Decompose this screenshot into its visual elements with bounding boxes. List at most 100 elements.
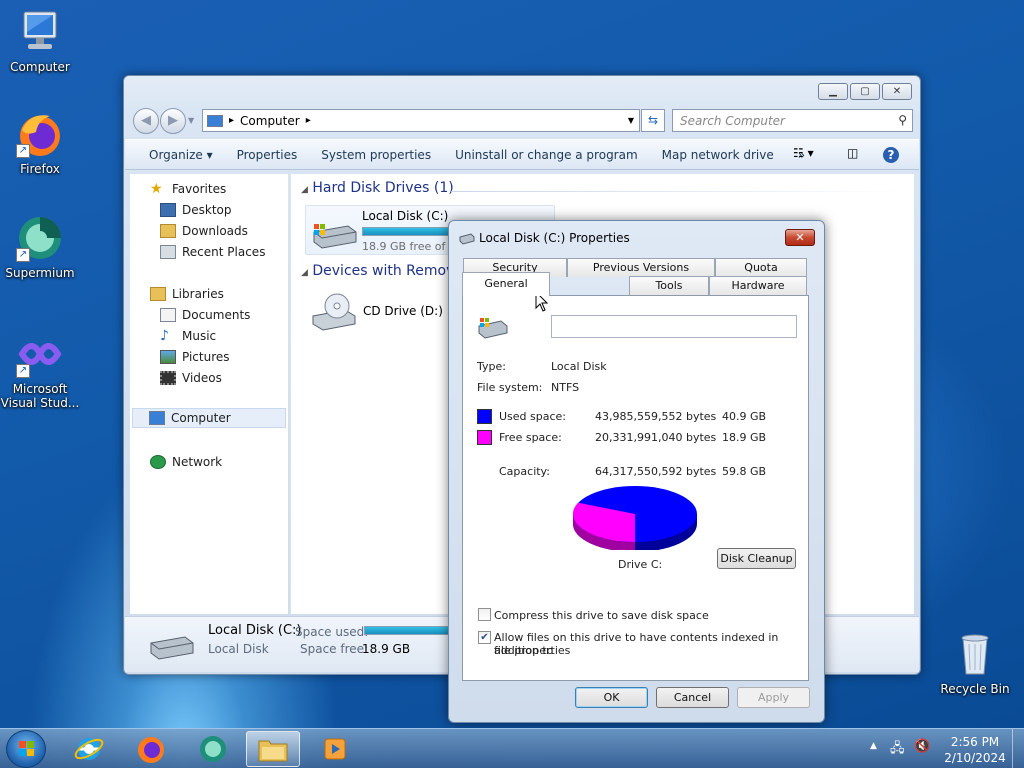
capacity-bytes: 64,317,550,592 bytes (595, 465, 717, 478)
dialog-close-button[interactable]: ✕ (785, 229, 815, 246)
apply-button[interactable]: Apply (737, 687, 810, 708)
nav-videos[interactable]: Videos (160, 371, 222, 385)
maximize-button[interactable]: ▢ (850, 83, 880, 100)
clock[interactable]: 2:56 PM 2/10/2024 (940, 734, 1010, 766)
taskbar-media-player[interactable] (308, 731, 362, 767)
properties-dialog: Local Disk (C:) Properties ✕ Security Pr… (448, 220, 825, 723)
search-input[interactable]: Search Computer ⚲ (672, 109, 913, 132)
tab-tools[interactable]: Tools (629, 276, 709, 295)
taskbar-firefox[interactable] (124, 731, 178, 767)
recycle-bin-icon (951, 630, 999, 678)
internet-explorer-icon (74, 738, 104, 760)
desktop-icon-label: Firefox (20, 162, 60, 176)
volume-muted-icon[interactable]: 🔇 (914, 739, 930, 754)
back-button[interactable]: ◀ (133, 108, 159, 134)
drive-caption: Drive C: (618, 558, 663, 571)
cd-drive-icon (309, 292, 357, 335)
network-icon (150, 455, 166, 469)
close-button[interactable]: ✕ (882, 83, 912, 100)
change-view-icon[interactable]: ☷ ▾ (793, 146, 814, 160)
desktop-icon-supermium[interactable]: ↗ Supermium (0, 214, 80, 280)
disk-cleanup-button[interactable]: Disk Cleanup (717, 548, 796, 569)
cancel-button[interactable]: Cancel (656, 687, 729, 708)
refresh-button[interactable]: ⇆ (641, 109, 665, 132)
organize-button[interactable]: Organize ▾ (125, 148, 225, 162)
search-icon[interactable]: ⚲ (898, 113, 907, 127)
star-icon: ★ (150, 181, 163, 197)
details-type: Local Disk (208, 642, 269, 656)
shortcut-arrow-icon: ↗ (16, 364, 30, 378)
desktop-icon-label: Computer (10, 60, 70, 74)
capacity-gb: 59.8 GB (722, 465, 767, 478)
start-button[interactable] (6, 730, 46, 768)
command-bar: Organize ▾ Properties System properties … (125, 139, 919, 170)
forward-button[interactable]: ▶ (160, 108, 186, 134)
minimize-button[interactable]: ▁ (818, 83, 848, 100)
hard-drive-icon (147, 631, 195, 664)
nav-documents[interactable]: Documents (160, 308, 250, 322)
uninstall-program-button[interactable]: Uninstall or change a program (443, 148, 650, 162)
properties-button[interactable]: Properties (225, 148, 310, 162)
ok-button[interactable]: OK (575, 687, 648, 708)
show-hidden-icons-button[interactable]: ▲ (870, 741, 877, 751)
details-name: Local Disk (C:) (208, 623, 302, 638)
volume-label-input[interactable] (551, 315, 797, 338)
documents-icon (160, 308, 176, 322)
videos-icon (160, 371, 176, 385)
taskbar-supermium[interactable] (186, 731, 240, 767)
nav-libraries[interactable]: Libraries (150, 287, 224, 301)
downloads-folder-icon (160, 224, 176, 238)
disk-usage-pie (573, 486, 697, 550)
computer-small-icon (149, 411, 165, 425)
nav-downloads[interactable]: Downloads (160, 224, 248, 238)
libraries-icon (150, 287, 166, 301)
tab-general[interactable]: General (462, 272, 550, 296)
clock-date: 2/10/2024 (944, 751, 1006, 765)
index-label-line2: file properties (494, 644, 571, 657)
nav-network[interactable]: Network (150, 455, 222, 469)
compress-label: Compress this drive to save disk space (494, 609, 709, 622)
details-space-used-label: Space used: (295, 625, 369, 639)
used-space-label: Used space: (499, 410, 567, 423)
firefox-icon: ↗ (16, 110, 64, 158)
file-system-label: File system: (477, 381, 543, 394)
type-value: Local Disk (551, 360, 607, 373)
tab-quota[interactable]: Quota (715, 258, 807, 277)
index-checkbox[interactable]: ✔ (478, 631, 491, 644)
nav-computer[interactable]: Computer (132, 408, 286, 428)
windows-logo-icon (19, 741, 34, 756)
help-icon[interactable]: ? (883, 147, 899, 163)
free-space-label: Free space: (499, 431, 562, 444)
tab-hardware[interactable]: Hardware (709, 276, 807, 295)
desktop-icon-firefox[interactable]: ↗ Firefox (0, 110, 80, 176)
system-properties-button[interactable]: System properties (309, 148, 443, 162)
desktop-icon-visual-studio[interactable]: ↗ Microsoft Visual Stud... (0, 330, 80, 410)
drive-title-icon (459, 231, 475, 248)
desktop-folder-icon (160, 203, 176, 217)
desktop-icon-computer[interactable]: Computer (0, 8, 80, 74)
address-arrow[interactable]: ▸ (229, 115, 234, 126)
nav-favorites[interactable]: ★ Favorites (150, 182, 226, 196)
firefox-icon (138, 737, 164, 763)
taskbar-windows-explorer[interactable] (246, 731, 300, 767)
address-bar[interactable]: ▸ Computer ▸ ▼ (202, 109, 640, 132)
free-space-bytes: 20,331,991,040 bytes (595, 431, 717, 444)
address-dropdown-icon[interactable]: ▼ (623, 116, 639, 125)
address-arrow[interactable]: ▸ (306, 115, 311, 126)
nav-pictures[interactable]: Pictures (160, 350, 230, 364)
show-desktop-button[interactable] (1012, 729, 1024, 768)
caption-buttons: ▁ ▢ ✕ (818, 83, 912, 100)
group-header-hdd[interactable]: ◢ Hard Disk Drives (1) (301, 180, 911, 196)
taskbar-internet-explorer[interactable] (62, 731, 116, 767)
network-status-icon[interactable]: 🖧 (890, 739, 905, 761)
nav-recent-places[interactable]: Recent Places (160, 245, 265, 259)
compress-checkbox[interactable] (478, 608, 491, 621)
desktop-icon-recycle-bin[interactable]: Recycle Bin (935, 630, 1015, 696)
preview-pane-icon[interactable]: ◫ (847, 146, 858, 160)
tab-previous-versions[interactable]: Previous Versions (567, 258, 715, 277)
nav-music[interactable]: ♪ Music (160, 329, 216, 343)
recent-pages-dropdown[interactable]: ▼ (188, 116, 194, 125)
nav-desktop[interactable]: Desktop (160, 203, 232, 217)
map-network-drive-button[interactable]: Map network drive (650, 148, 786, 162)
address-segment[interactable]: Computer (240, 114, 300, 128)
